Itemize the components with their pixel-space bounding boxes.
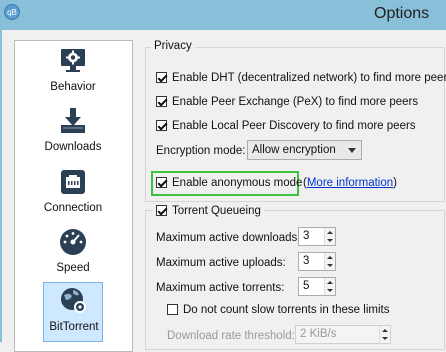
- dht-checkbox[interactable]: [156, 72, 167, 83]
- lpd-option[interactable]: Enable Local Peer Discovery to find more…: [156, 118, 416, 134]
- anonymous-mode-checkbox[interactable]: [156, 177, 167, 188]
- lpd-label: Enable Local Peer Discovery to find more…: [172, 120, 416, 132]
- sidebar-item-connection[interactable]: Connection: [43, 164, 103, 224]
- window-body: Behavior Downloads Connection Speed BitT…: [0, 30, 446, 352]
- spin-arrows-icon[interactable]: [324, 253, 335, 270]
- max-downloads-spinbox[interactable]: 3: [298, 227, 336, 246]
- privacy-group-title: Privacy: [151, 40, 195, 52]
- sidebar-item-downloads[interactable]: Downloads: [43, 103, 103, 163]
- anonymous-mode-label: Enable anonymous mode: [172, 177, 303, 189]
- max-uploads-spinbox[interactable]: 3: [298, 252, 336, 271]
- sidebar-item-bittorrent[interactable]: BitTorrent: [43, 282, 103, 342]
- encryption-mode-label: Encryption mode:: [156, 145, 246, 157]
- options-sidebar: Behavior Downloads Connection Speed BitT…: [14, 40, 133, 352]
- chevron-down-icon: [348, 148, 356, 153]
- speedometer-icon: [60, 229, 86, 255]
- spin-arrows-icon[interactable]: [324, 278, 335, 295]
- window-border: [0, 30, 2, 342]
- title-bar: qB Options: [0, 0, 446, 30]
- sidebar-item-label: BitTorrent: [49, 321, 99, 333]
- app-icon: qB: [4, 4, 20, 20]
- pex-checkbox[interactable]: [156, 96, 167, 107]
- options-content: Privacy Enable DHT (decentralized networ…: [145, 40, 446, 350]
- sidebar-item-behavior[interactable]: Behavior: [43, 43, 103, 103]
- monitor-gear-icon: [61, 49, 85, 72]
- dht-label: Enable DHT (decentralized network) to fi…: [172, 72, 446, 84]
- pex-label: Enable Peer Exchange (PeX) to find more …: [172, 96, 419, 108]
- anonymous-mode-option[interactable]: Enable anonymous mode: [156, 175, 302, 191]
- max-torrents-spinbox[interactable]: 5: [298, 277, 336, 296]
- max-downloads-label: Maximum active downloads:: [156, 232, 301, 244]
- spin-arrows-icon[interactable]: [379, 326, 390, 343]
- sidebar-item-label: Downloads: [44, 141, 102, 153]
- more-information-link[interactable]: More information: [307, 177, 393, 189]
- queueing-group-title: Torrent Queueing: [172, 205, 261, 217]
- download-tray-icon: [61, 108, 85, 133]
- max-uploads-label: Maximum active uploads:: [156, 257, 286, 269]
- network-port-icon: [61, 170, 85, 194]
- dht-option[interactable]: Enable DHT (decentralized network) to fi…: [156, 70, 446, 86]
- dl-threshold-spinbox[interactable]: 2 KiB/s: [295, 325, 391, 344]
- slow-torrents-label: Do not count slow torrents in these limi…: [183, 304, 390, 316]
- sidebar-item-label: Behavior: [50, 81, 96, 93]
- encryption-mode-select[interactable]: Allow encryption: [247, 140, 362, 160]
- max-torrents-label: Maximum active torrents:: [156, 282, 285, 294]
- queueing-toggle[interactable]: Torrent Queueing: [153, 203, 264, 219]
- spin-arrows-icon[interactable]: [324, 228, 335, 245]
- globe-gear-icon: [61, 288, 86, 313]
- sidebar-item-speed[interactable]: Speed: [43, 224, 103, 284]
- sidebar-item-label: Speed: [56, 262, 90, 274]
- window-title: Options: [374, 5, 430, 22]
- pex-option[interactable]: Enable Peer Exchange (PeX) to find more …: [156, 94, 418, 110]
- lpd-checkbox[interactable]: [156, 120, 167, 131]
- sidebar-item-label: Connection: [43, 202, 103, 214]
- slow-torrents-checkbox[interactable]: [167, 304, 178, 315]
- queueing-checkbox[interactable]: [156, 205, 167, 216]
- more-information: (More information): [303, 177, 397, 189]
- encryption-mode-value: Allow encryption: [252, 144, 336, 156]
- slow-torrents-option[interactable]: Do not count slow torrents in these limi…: [167, 302, 389, 318]
